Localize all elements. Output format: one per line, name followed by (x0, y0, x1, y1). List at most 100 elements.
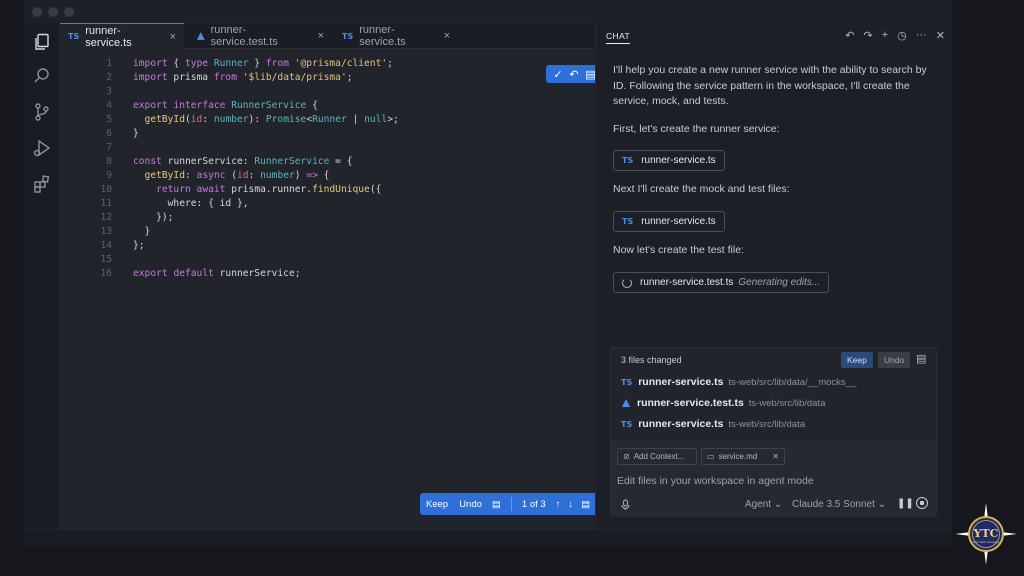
new-chat-icon[interactable]: + (882, 29, 888, 42)
model-label: Claude 3.5 Sonnet (792, 499, 875, 510)
chat-title-tab[interactable]: CHAT (606, 31, 631, 44)
typescript-icon: TS (622, 156, 634, 165)
changed-file-name: runner-service.ts (638, 376, 724, 388)
add-context-label: Add Context... (633, 452, 685, 461)
changed-file-row[interactable]: runner-service.test.ts ts-web/src/lib/da… (621, 395, 825, 411)
undo-icon[interactable]: ↶ (569, 68, 578, 81)
file-chip-label: runner-service.ts (641, 155, 716, 166)
changed-file-path: ts-web/src/lib/data/__mocks__ (728, 376, 857, 388)
keep-all-button[interactable]: Keep (841, 352, 873, 368)
history-icon[interactable]: ◷ (897, 29, 907, 42)
tab-close-icon[interactable]: × (444, 30, 450, 42)
explorer-icon[interactable] (32, 32, 52, 52)
tab-label: runner-service.test.ts (210, 24, 278, 48)
extensions-icon[interactable] (32, 174, 52, 194)
typescript-icon: TS (68, 32, 80, 41)
test-file-icon (196, 32, 205, 40)
activity-bar (24, 23, 60, 529)
divider (510, 497, 512, 511)
changed-file-path: ts-web/src/lib/data (748, 397, 826, 409)
editor-pane: TS runner-service.ts × runner-service.te… (60, 23, 603, 529)
window-minimize-dot[interactable] (48, 7, 58, 17)
mode-label: Agent (745, 499, 772, 510)
tab-close-icon[interactable]: × (170, 31, 176, 43)
next-change-icon[interactable]: ↓ (568, 499, 573, 510)
changed-file-name: runner-service.test.ts (637, 397, 744, 409)
typescript-icon: TS (342, 31, 354, 41)
more-icon[interactable]: ··· (916, 29, 927, 42)
stop-icon[interactable] (916, 497, 928, 509)
generating-status: Generating edits... (738, 277, 821, 288)
title-bar (24, 0, 952, 23)
typescript-icon: TS (621, 377, 633, 387)
diff-file-icon[interactable]: ▤ (492, 499, 501, 510)
open-diff-icon[interactable]: ▤ (916, 352, 926, 365)
run-debug-icon[interactable] (32, 138, 52, 158)
window-maximize-dot[interactable] (64, 7, 74, 17)
changed-file-path: ts-web/src/lib/data (728, 418, 805, 430)
accept-check-icon[interactable]: ✓ (553, 68, 562, 81)
window-close-dot[interactable] (32, 7, 42, 17)
changes-panel: 3 files changed Keep Undo ▤ TS runner-se… (610, 347, 937, 517)
tab-label: runner-service.ts (85, 24, 132, 49)
markdown-icon: ▭ (707, 452, 715, 461)
undo-button[interactable]: Undo (459, 499, 482, 510)
model-select[interactable]: Claude 3.5 Sonnet ⌄ (792, 499, 886, 510)
assistant-message: First, let's create the runner service: (613, 123, 780, 135)
editor-tabs: TS runner-service.ts × runner-service.te… (60, 23, 594, 49)
typescript-icon: TS (622, 217, 634, 226)
loading-spinner-icon (622, 277, 632, 288)
file-chip[interactable]: TS runner-service.ts (613, 211, 725, 232)
chat-input[interactable]: Edit files in your workspace in agent mo… (617, 475, 814, 487)
changed-file-row[interactable]: TS runner-service.ts ts-web/src/lib/data (621, 416, 805, 432)
source-control-icon[interactable] (32, 102, 52, 122)
tab-close-icon[interactable]: × (318, 30, 324, 42)
assistant-message: Now let's create the test file: (613, 244, 744, 256)
paperclip-icon: ⊘ (623, 452, 630, 461)
search-icon[interactable] (32, 66, 52, 86)
keep-button[interactable]: Keep (426, 499, 448, 510)
tab-runner-service[interactable]: TS runner-service.ts × (60, 23, 184, 49)
mode-select[interactable]: Agent ⌄ (745, 499, 782, 510)
attached-file-chip[interactable]: ▭ service.md ✕ (701, 448, 785, 465)
chat-header: CHAT ↶ ↷ + ◷ ··· ✕ (596, 23, 953, 49)
attached-file-label: service.md (718, 452, 758, 461)
change-counter: 1 of 3 (521, 498, 546, 510)
add-context-button[interactable]: ⊘ Add Context... (617, 448, 697, 465)
file-chip-label: runner-service.test.ts (640, 277, 734, 288)
file-chip-generating[interactable]: runner-service.test.ts Generating edits.… (613, 272, 830, 293)
undo-all-button[interactable]: Undo (878, 352, 911, 368)
typescript-icon: TS (621, 419, 633, 429)
assistant-message: Next I'll create the mock and test files… (613, 183, 790, 195)
tab-runner-service-test[interactable]: runner-service.test.ts × (188, 23, 332, 49)
file-chip-label: runner-service.ts (641, 216, 716, 227)
logo-text: YTC (973, 527, 999, 540)
stop-icon-inner (920, 501, 924, 505)
test-file-icon (622, 399, 630, 407)
redo-icon[interactable]: ↷ (864, 29, 873, 42)
chat-input-footer: Agent ⌄ Claude 3.5 Sonnet ⌄ ❚❚ (611, 496, 936, 514)
previous-change-icon[interactable]: ↑ (556, 499, 561, 510)
changed-file-name: runner-service.ts (638, 418, 724, 430)
assistant-message: I'll help you create a new runner servic… (613, 64, 927, 107)
chat-input-box: ⊘ Add Context... ▭ service.md ✕ Edit fil… (611, 441, 936, 517)
chat-actions: ↶ ↷ + ◷ ··· ✕ (845, 29, 945, 42)
microphone-icon[interactable] (621, 499, 630, 511)
open-diff-icon[interactable]: ▤ (581, 499, 590, 510)
close-icon[interactable]: ✕ (936, 29, 945, 42)
review-toolbar: Keep Undo ▤ 1 of 3 ↑ ↓ ▤ (420, 493, 603, 515)
ytc-logo: YTC Your Tech Company (955, 503, 1017, 565)
chat-panel: CHAT ↶ ↷ + ◷ ··· ✕ I'll help you create … (595, 23, 952, 529)
changed-file-row[interactable]: TS runner-service.ts ts-web/src/lib/data… (621, 374, 856, 390)
undo-icon[interactable]: ↶ (845, 29, 854, 42)
app-window: TS runner-service.ts × runner-service.te… (24, 0, 952, 547)
tab-runner-service-2[interactable]: TS runner-service.ts × (334, 23, 458, 49)
changes-count: 3 files changed (621, 355, 682, 365)
chevron-down-icon: ⌄ (877, 499, 887, 510)
logo-subtitle: Your Tech Company (972, 540, 1000, 544)
remove-attachment-icon[interactable]: ✕ (772, 452, 779, 461)
status-bar (24, 529, 952, 547)
file-chip[interactable]: TS runner-service.ts (613, 150, 725, 171)
chevron-down-icon: ⌄ (773, 499, 783, 510)
pause-icon[interactable]: ❚❚ (897, 498, 914, 509)
